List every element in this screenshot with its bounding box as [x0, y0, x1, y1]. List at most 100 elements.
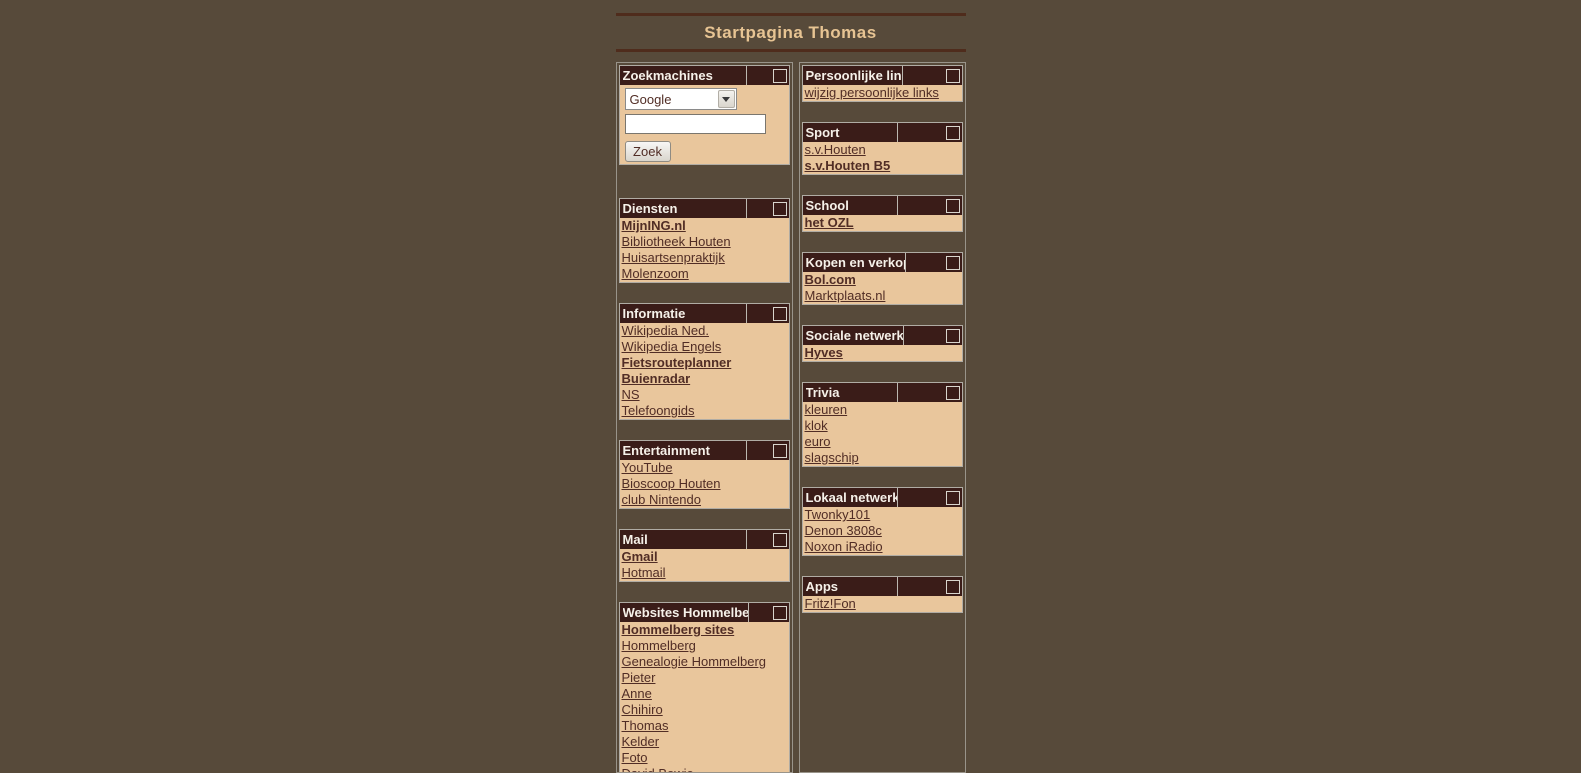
link[interactable]: s.v.Houten B5: [803, 158, 893, 174]
box-header: Websites Hommelberg: [619, 603, 789, 622]
link[interactable]: Anne: [620, 686, 654, 702]
box-corner-button[interactable]: [945, 198, 960, 213]
link[interactable]: YouTube: [620, 460, 675, 476]
link-box: Trivia kleuren klok euro slagschip: [801, 382, 963, 467]
link[interactable]: Chihiro: [620, 702, 665, 718]
box-corner-button[interactable]: [772, 201, 787, 216]
link[interactable]: kleuren: [803, 402, 850, 418]
link[interactable]: het OZL: [803, 215, 856, 231]
box-header-spacer: [902, 66, 942, 85]
box-header: Mail: [619, 530, 789, 549]
box-corner-button[interactable]: [772, 68, 787, 83]
box-title: Sociale netwerken: [805, 328, 903, 343]
link[interactable]: NS: [620, 387, 642, 403]
link-box: Websites Hommelberg Hommelberg sitesHomm…: [618, 602, 790, 772]
box-header-spacer: [745, 530, 770, 549]
link-list: het OZL: [802, 215, 962, 231]
link[interactable]: David Bowie: [620, 766, 696, 772]
box-corner-button[interactable]: [772, 605, 787, 620]
link[interactable]: euro: [803, 434, 833, 450]
link[interactable]: Twonky101: [803, 507, 873, 523]
box-header-spacer: [745, 199, 770, 218]
link[interactable]: MijnING.nl: [620, 218, 688, 234]
link[interactable]: Gmail: [620, 549, 660, 565]
link-box: Lokaal netwerk Twonky101 Denon 3808c Noxon…: [801, 487, 963, 556]
link[interactable]: Bioscoop Houten: [620, 476, 723, 492]
masthead: Startpagina Thomas: [615, 0, 966, 52]
search-engine-select[interactable]: Google: [624, 88, 737, 110]
search-form: Google Zoek: [619, 85, 789, 164]
link[interactable]: Hommelberg: [620, 638, 698, 654]
search-engine-value: Google: [629, 91, 672, 107]
left-box-list: Diensten MijnING.nl Bibliotheek Houten Hui…: [618, 198, 790, 772]
link-box: Entertainment YouTube Bioscoop Houten club…: [618, 440, 790, 509]
link[interactable]: Telefoongids: [620, 403, 697, 419]
link[interactable]: Pieter: [620, 670, 658, 686]
link[interactable]: slagschip: [803, 450, 861, 466]
box-header-spacer: [745, 304, 770, 323]
box-title: Entertainment: [622, 443, 710, 458]
box-corner-button[interactable]: [772, 306, 787, 321]
link-list: YouTube Bioscoop Houten club Nintendo: [619, 460, 789, 508]
link[interactable]: Bibliotheek Houten: [620, 234, 733, 250]
box-header-spacer: [902, 326, 943, 345]
box-corner-button[interactable]: [772, 532, 787, 547]
link-box: School het OZL: [801, 195, 963, 232]
box-title: Apps: [805, 579, 839, 594]
box-header: Sociale netwerken: [802, 326, 962, 345]
box-header: Zoekmachines: [619, 66, 789, 85]
link-list: Hommelberg sites Hommelberg Genealogie Hom…: [619, 622, 789, 772]
link[interactable]: Hyves: [803, 345, 845, 361]
search-button[interactable]: Zoek: [624, 141, 671, 162]
link[interactable]: Denon 3808c: [803, 523, 884, 539]
link[interactable]: Kelder: [620, 734, 662, 750]
link[interactable]: Marktplaats.nl: [803, 288, 888, 304]
link[interactable]: club Nintendo: [620, 492, 704, 508]
box-title: Lokaal netwerk: [805, 490, 898, 505]
box-title: Mail: [622, 532, 648, 547]
link[interactable]: Foto: [620, 750, 650, 766]
box-corner-button[interactable]: [945, 490, 960, 505]
box-corner-button[interactable]: [945, 255, 960, 270]
box-title: Diensten: [622, 201, 678, 216]
link[interactable]: klok: [803, 418, 830, 434]
link[interactable]: Molenzoom: [620, 266, 691, 282]
link[interactable]: Hommelberg sites: [620, 622, 737, 638]
box-corner-button[interactable]: [945, 328, 960, 343]
link-list: Gmail Hotmail: [619, 549, 789, 581]
box-corner-button[interactable]: [772, 443, 787, 458]
link[interactable]: Bol.com: [803, 272, 858, 288]
box-corner-button[interactable]: [945, 579, 960, 594]
link[interactable]: wijzig persoonlijke links: [803, 85, 941, 101]
box-title: Informatie: [622, 306, 686, 321]
box-corner-button[interactable]: [945, 385, 960, 400]
link[interactable]: Genealogie Hommelberg: [620, 654, 769, 670]
search-input[interactable]: [624, 114, 766, 134]
dropdown-arrow-icon[interactable]: [717, 90, 735, 108]
link[interactable]: Thomas: [620, 718, 671, 734]
columns: Zoekmachines Google Zoek Diensten MijnIN…: [615, 62, 966, 773]
link-box: Persoonlijke links wijzig persoonlijke l…: [801, 65, 963, 102]
link-list: MijnING.nl Bibliotheek Houten Huisartsenpr…: [619, 218, 789, 282]
link[interactable]: Hotmail: [620, 565, 668, 581]
box-header: Informatie: [619, 304, 789, 323]
link[interactable]: Wikipedia Ned.: [620, 323, 711, 339]
link[interactable]: Huisartsenpraktijk: [620, 250, 727, 266]
box-corner-button[interactable]: [945, 125, 960, 140]
link[interactable]: Fietsrouteplanner: [620, 355, 734, 371]
box-header-spacer: [896, 383, 943, 402]
box-title: Trivia: [805, 385, 840, 400]
box-title: Websites Hommelberg: [622, 605, 748, 620]
link-box: Informatie Wikipedia Ned. Wikipedia Engel…: [618, 303, 790, 420]
box-header: Persoonlijke links: [802, 66, 962, 85]
link-list: Wikipedia Ned. Wikipedia Engels Fietsroute…: [619, 323, 789, 419]
link[interactable]: Buienradar: [620, 371, 693, 387]
link[interactable]: Noxon iRadio: [803, 539, 885, 555]
link[interactable]: s.v.Houten: [803, 142, 868, 158]
box-corner-button[interactable]: [945, 68, 960, 83]
search-box: Zoekmachines Google Zoek: [618, 65, 790, 165]
right-column: Persoonlijke links wijzig persoonlijke l…: [798, 62, 966, 773]
link[interactable]: Fritz!Fon: [803, 596, 858, 612]
box-title: Kopen en verkopen: [805, 255, 905, 270]
link[interactable]: Wikipedia Engels: [620, 339, 724, 355]
